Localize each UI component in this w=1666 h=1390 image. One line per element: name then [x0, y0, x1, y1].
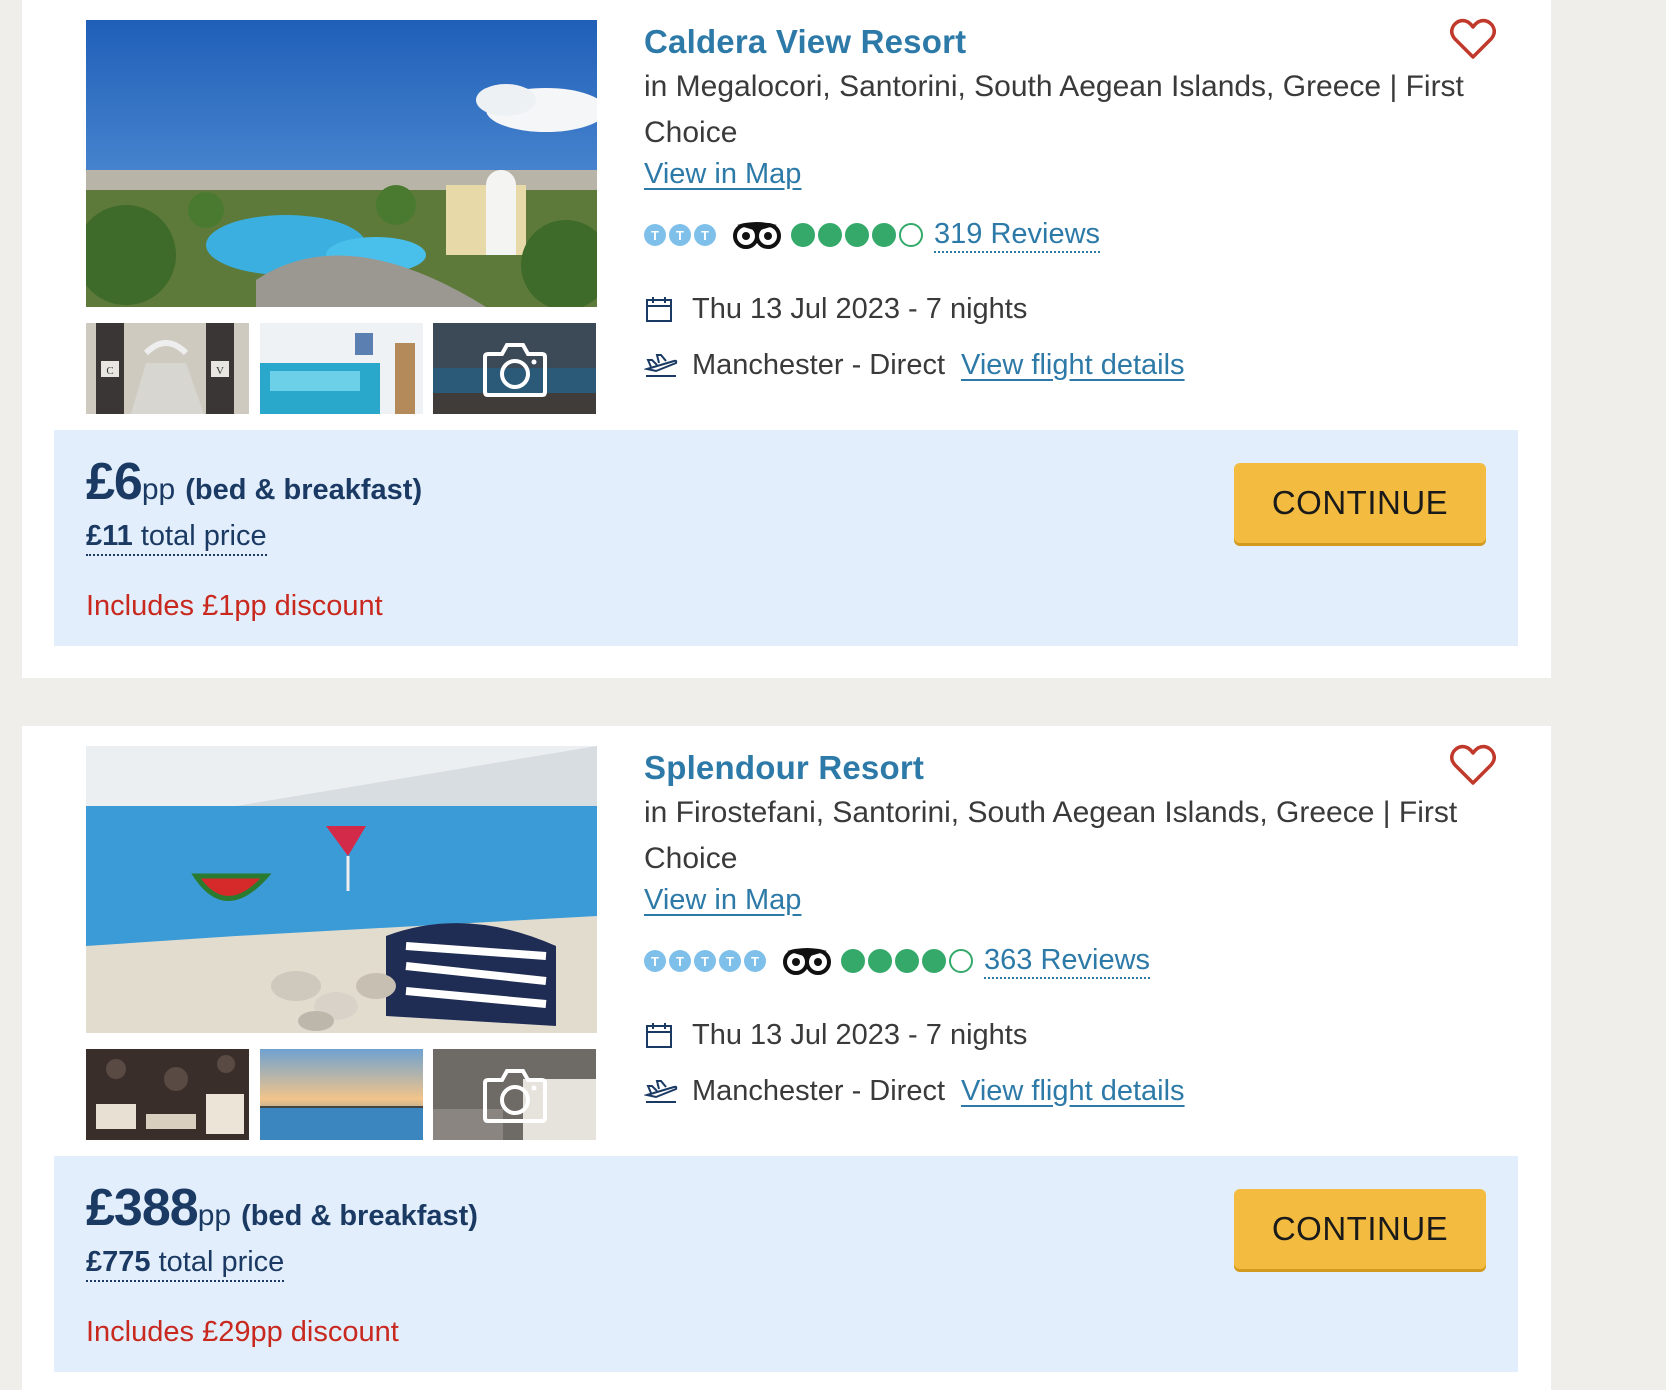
- calendar-icon: [644, 294, 678, 324]
- flight-row: Manchester - Direct View flight details: [644, 345, 1524, 385]
- view-flight-details-link[interactable]: View flight details: [961, 349, 1185, 382]
- more-photos-thumbnail[interactable]: [433, 323, 596, 414]
- official-rating-badge: T: [669, 950, 691, 972]
- hotel-location: in Firostefani, Santorini, South Aegean …: [644, 796, 1458, 875]
- official-rating-badge: T: [694, 224, 716, 246]
- flight-info: Manchester - Direct: [692, 1074, 946, 1107]
- tripadvisor-bubble: [922, 949, 946, 973]
- price-amount: £388: [86, 1179, 199, 1237]
- hotel-name[interactable]: Caldera View Resort: [644, 20, 1524, 64]
- date-row: Thu 13 Jul 2023 - 7 nights: [644, 289, 1524, 329]
- plane-icon: [644, 352, 678, 378]
- thumb-letter-c: C: [106, 365, 113, 377]
- hotel-main-photo[interactable]: [86, 20, 597, 307]
- travel-date: Thu 13 Jul 2023 - 7 nights: [692, 292, 1028, 325]
- total-price[interactable]: £775 total price: [86, 1244, 285, 1282]
- hotel-main-photo[interactable]: [86, 746, 597, 1033]
- heart-icon[interactable]: [1450, 18, 1496, 65]
- hotel-thumbnail[interactable]: [260, 1049, 423, 1140]
- price-per-person: £388 pp (bed & breakfast): [86, 1178, 478, 1238]
- view-in-map-link[interactable]: View in Map: [644, 158, 801, 191]
- tripadvisor-bubble: [895, 949, 919, 973]
- tripadvisor-bubble: [841, 949, 865, 973]
- travel-date: Thu 13 Jul 2023 - 7 nights: [692, 1018, 1028, 1051]
- tripadvisor-bubble: [818, 223, 842, 247]
- price-pp: pp: [141, 473, 176, 506]
- heart-icon[interactable]: [1450, 744, 1496, 791]
- discount-text: Includes £29pp discount: [86, 1316, 399, 1348]
- hotel-info: Caldera View Resort in Megalocori, Santo…: [644, 20, 1524, 385]
- hotel-name[interactable]: Splendour Resort: [644, 746, 1524, 790]
- tripadvisor-bubble: [872, 223, 896, 247]
- camera-icon: [433, 1049, 596, 1140]
- total-amount: £11: [86, 520, 133, 552]
- total-label: total price: [140, 520, 267, 552]
- board-basis: (bed & breakfast): [241, 1200, 478, 1232]
- official-rating-badge: T: [719, 950, 741, 972]
- price-pp: pp: [197, 1199, 232, 1232]
- rating-row: T T T T T 363 Reviews: [644, 941, 1524, 981]
- date-row: Thu 13 Jul 2023 - 7 nights: [644, 1015, 1524, 1055]
- discount-text: Includes £1pp discount: [86, 590, 383, 622]
- flight-info: Manchester - Direct: [692, 348, 946, 381]
- price-per-person: £6 pp (bed & breakfast): [86, 452, 422, 512]
- hotel-thumbnail[interactable]: C V: [86, 323, 249, 414]
- board-basis: (bed & breakfast): [185, 474, 423, 506]
- hotel-info: Splendour Resort in Firostefani, Santori…: [644, 746, 1524, 1111]
- thumb-letter-v: V: [216, 365, 224, 377]
- total-label: total price: [158, 1246, 285, 1278]
- tripadvisor-bubble: [791, 223, 815, 247]
- official-rating-badge: T: [644, 950, 666, 972]
- hotel-card: C V Caldera View Resort in Megalocori, S…: [22, 0, 1551, 678]
- more-photos-thumbnail[interactable]: [433, 1049, 596, 1140]
- flight-row: Manchester - Direct View flight details: [644, 1071, 1524, 1111]
- tripadvisor-bubble-empty: [949, 949, 973, 973]
- official-rating-badge: T: [644, 224, 666, 246]
- continue-button[interactable]: CONTINUE: [1234, 1189, 1486, 1269]
- hotel-card: Splendour Resort in Firostefani, Santori…: [22, 726, 1551, 1390]
- tripadvisor-owl-icon: [733, 221, 781, 249]
- total-price[interactable]: £11 total price: [86, 518, 267, 556]
- reviews-link[interactable]: 319 Reviews: [934, 217, 1101, 253]
- plane-icon: [644, 1078, 678, 1104]
- hotel-location: in Megalocori, Santorini, South Aegean I…: [644, 70, 1464, 149]
- price-panel: £388 pp (bed & breakfast) £775 total pri…: [54, 1156, 1518, 1372]
- continue-button[interactable]: CONTINUE: [1234, 463, 1486, 543]
- official-rating-badge: T: [744, 950, 766, 972]
- price-panel: £6 pp (bed & breakfast) £11 total price …: [54, 430, 1518, 646]
- tripadvisor-owl-icon: [783, 947, 831, 975]
- hotel-thumbnail[interactable]: [260, 323, 423, 414]
- view-in-map-link[interactable]: View in Map: [644, 884, 801, 917]
- total-amount: £775: [86, 1246, 151, 1278]
- camera-icon: [433, 323, 596, 414]
- price-amount: £6: [86, 453, 143, 511]
- tripadvisor-bubble: [868, 949, 892, 973]
- reviews-link[interactable]: 363 Reviews: [984, 943, 1151, 979]
- hotel-thumbnail[interactable]: [86, 1049, 249, 1140]
- official-rating-badge: T: [669, 224, 691, 246]
- view-flight-details-link[interactable]: View flight details: [961, 1075, 1185, 1108]
- tripadvisor-bubble: [845, 223, 869, 247]
- calendar-icon: [644, 1020, 678, 1050]
- official-rating-badge: T: [694, 950, 716, 972]
- tripadvisor-bubble-empty: [899, 223, 923, 247]
- rating-row: T T T 319 Reviews: [644, 215, 1524, 255]
